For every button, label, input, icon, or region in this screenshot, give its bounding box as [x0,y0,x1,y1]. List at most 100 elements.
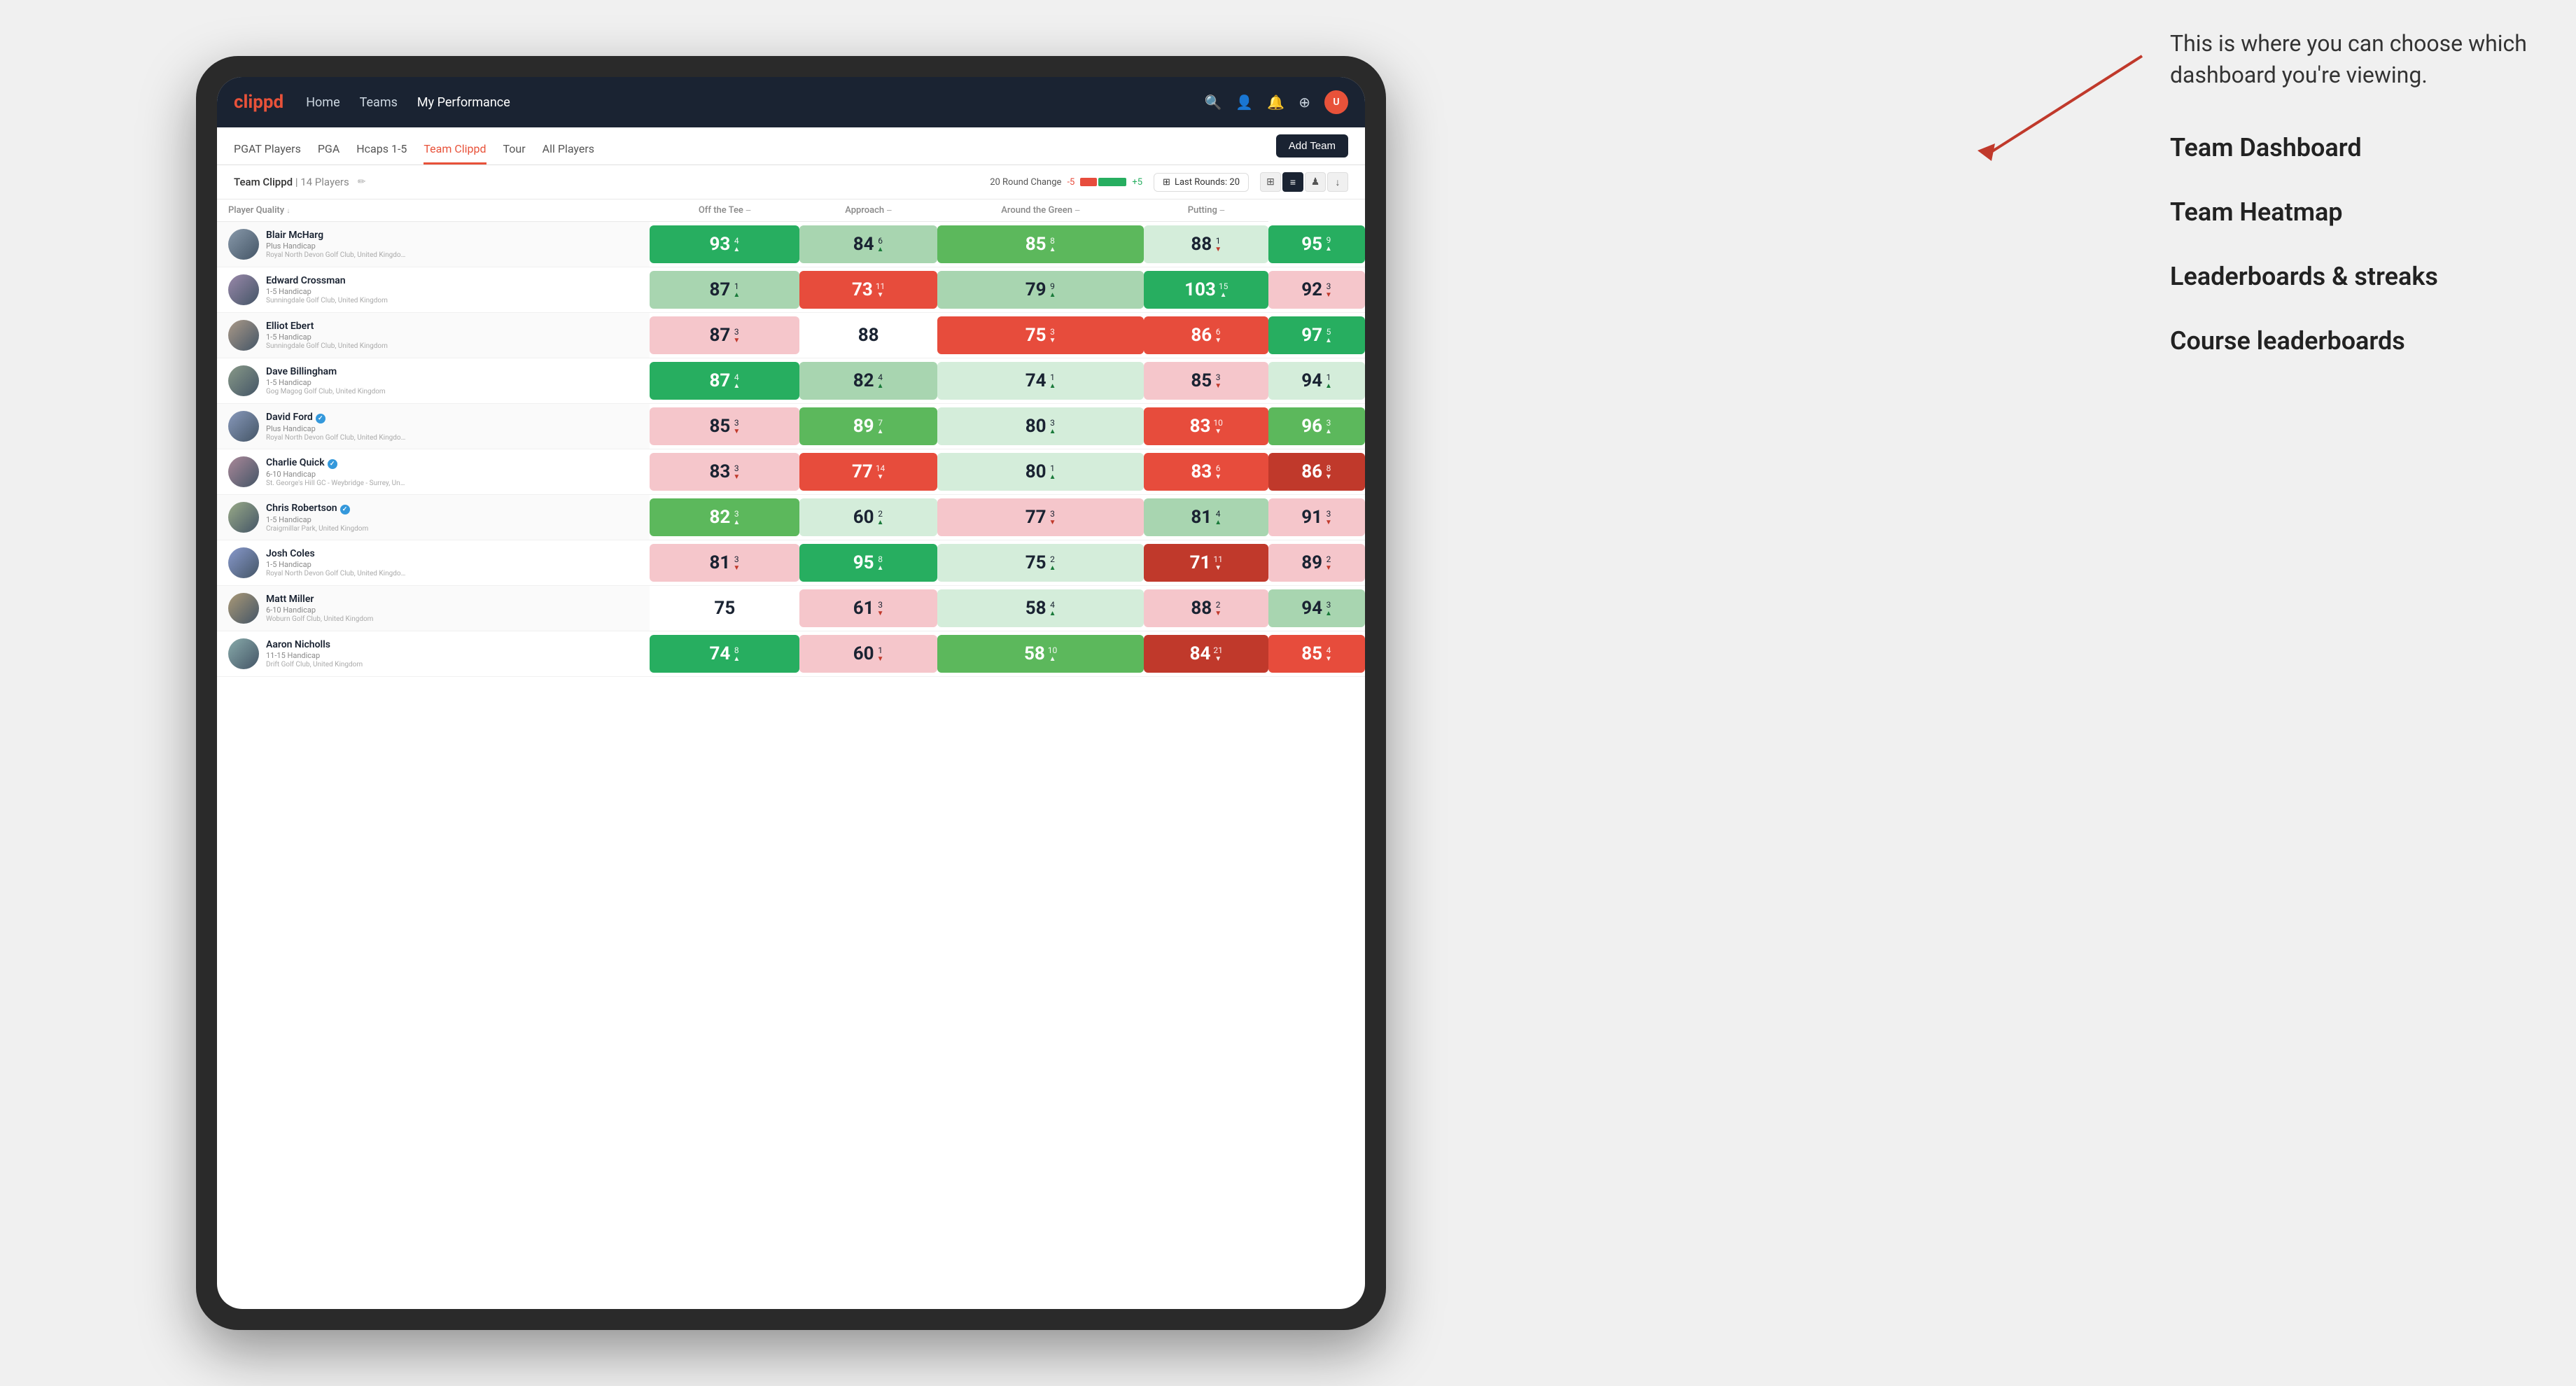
table-row[interactable]: Aaron Nicholls 11-15 Handicap Drift Golf… [217,631,1365,677]
player-handicap: Plus Handicap [266,241,406,251]
score-change: 3▼ [733,418,740,435]
player-avatar [228,229,259,260]
score-number: 71 [1190,552,1211,573]
tab-tour[interactable]: Tour [503,142,526,164]
score-cell-putting: 92 3▼ [1268,267,1365,313]
bar-red [1080,178,1097,186]
nav-link-home[interactable]: Home [306,95,340,110]
score-number: 89 [853,416,874,437]
score-change: 3▼ [1325,281,1332,299]
table-row[interactable]: Matt Miller 6-10 Handicap Woburn Golf Cl… [217,586,1365,631]
score-cell-quality: 85 3▼ [650,404,799,449]
score-number: 87 [709,325,730,346]
table-row[interactable]: Chris Robertson✓ 1-5 Handicap Craigmilla… [217,495,1365,540]
score-cell-approach: 74 1▲ [937,358,1144,404]
tablet-screen: clippd Home Teams My Performance 🔍 👤 🔔 ⊕… [217,77,1365,1309]
score-cell-around_green: 86 6▼ [1144,313,1268,358]
table-row[interactable]: David Ford✓ Plus Handicap Royal North De… [217,404,1365,449]
player-club: Sunningdale Golf Club, United Kingdom [266,297,388,304]
score-box: 71 11▼ [1144,544,1268,582]
player-avatar [228,320,259,351]
score-number: 95 [1301,234,1322,255]
table-row[interactable]: Elliot Ebert 1-5 Handicap Sunningdale Go… [217,313,1365,358]
nav-link-teams[interactable]: Teams [360,95,398,110]
score-box: 103 15▲ [1144,271,1268,309]
change-negative: -5 [1067,177,1074,188]
settings-icon[interactable]: ⊕ [1298,94,1310,111]
score-cell-putting: 94 3▲ [1268,586,1365,631]
player-cell-1: Edward Crossman 1-5 Handicap Sunningdale… [217,267,650,313]
player-cell-0: Blair McHarg Plus Handicap Royal North D… [217,222,650,267]
score-change: 9▲ [1325,235,1332,253]
tab-pga[interactable]: PGA [318,142,340,164]
player-club: Royal North Devon Golf Club, United King… [266,570,406,578]
score-change: 3▼ [733,327,740,344]
player-avatar [228,274,259,305]
score-cell-around_green: 88 1▼ [1144,222,1268,267]
score-change: 10▼ [1213,418,1223,435]
score-change: 3▲ [1325,418,1332,435]
score-change: 1▼ [877,645,884,663]
edit-icon[interactable]: ✏ [358,176,366,188]
score-change: 11▼ [1213,554,1223,572]
player-cell-4: David Ford✓ Plus Handicap Royal North De… [217,404,650,449]
score-box: 95 9▲ [1268,225,1365,263]
player-club: Sunningdale Golf Club, United Kingdom [266,342,388,350]
view-toggle-chart[interactable]: ♟ [1305,172,1326,192]
toolbar-right: 20 Round Change -5 +5 ⊞ Last Rounds: 20 … [990,172,1348,192]
nav-bar: clippd Home Teams My Performance 🔍 👤 🔔 ⊕… [217,77,1365,127]
add-team-button[interactable]: Add Team [1276,134,1348,158]
nav-link-myperformance[interactable]: My Performance [417,95,510,110]
table-row[interactable]: Dave Billingham 1-5 Handicap Gog Magog G… [217,358,1365,404]
score-box: 88 1▼ [1144,225,1268,263]
score-change: 15▲ [1219,281,1228,299]
score-box: 92 3▼ [1268,271,1365,309]
view-toggle-download[interactable]: ↓ [1327,172,1348,192]
person-icon[interactable]: 👤 [1236,94,1253,111]
player-info: David Ford✓ Plus Handicap Royal North De… [266,412,406,442]
view-toggle-grid[interactable]: ⊞ [1260,172,1281,192]
score-number: 84 [853,234,874,255]
score-cell-around_green: 71 11▼ [1144,540,1268,586]
score-change: 4▲ [1049,600,1056,617]
tab-pgat-players[interactable]: PGAT Players [234,142,301,164]
player-info: Chris Robertson✓ 1-5 Handicap Craigmilla… [266,503,368,533]
score-box: 58 10▲ [937,635,1144,673]
table-row[interactable]: Blair McHarg Plus Handicap Royal North D… [217,222,1365,267]
score-number: 85 [1301,643,1322,664]
tab-hcaps[interactable]: Hcaps 1-5 [356,142,407,164]
score-cell-putting: 85 4▼ [1268,631,1365,677]
score-box: 81 3▼ [650,544,799,582]
player-club: Drift Golf Club, United Kingdom [266,661,363,668]
col-header-player: Player Quality ↓ [217,200,650,222]
search-icon[interactable]: 🔍 [1205,94,1222,111]
tab-team-clippd[interactable]: Team Clippd [424,142,486,164]
score-cell-putting: 97 5▲ [1268,313,1365,358]
score-cell-off_tee: 60 1▼ [799,631,937,677]
player-handicap: 11-15 Handicap [266,651,363,660]
score-cell-approach: 80 3▲ [937,404,1144,449]
player-cell-7: Josh Coles 1-5 Handicap Royal North Devo… [217,540,650,586]
avatar[interactable]: U [1324,90,1348,114]
score-box: 87 1▲ [650,271,799,309]
score-number: 79 [1026,279,1046,300]
player-club: Royal North Devon Golf Club, United King… [266,251,406,259]
score-number: 74 [709,643,730,664]
player-info: Charlie Quick✓ 6-10 Handicap St. George'… [266,457,406,487]
tab-all-players[interactable]: All Players [542,142,594,164]
table-row[interactable]: Josh Coles 1-5 Handicap Royal North Devo… [217,540,1365,586]
player-name: Elliot Ebert [266,321,388,332]
score-cell-approach: 58 10▲ [937,631,1144,677]
score-number: 77 [1026,507,1046,528]
table-row[interactable]: Edward Crossman 1-5 Handicap Sunningdale… [217,267,1365,313]
score-number: 94 [1301,370,1322,391]
score-change: 3▲ [733,509,740,526]
view-toggle-list[interactable]: ≡ [1282,172,1303,192]
score-change: 10▲ [1048,645,1058,663]
score-box: 77 3▼ [937,498,1144,536]
table-row[interactable]: Charlie Quick✓ 6-10 Handicap St. George'… [217,449,1365,495]
player-cell-8: Matt Miller 6-10 Handicap Woburn Golf Cl… [217,586,650,631]
bell-icon[interactable]: 🔔 [1267,94,1284,111]
last-rounds-button[interactable]: ⊞ Last Rounds: 20 [1154,173,1249,192]
score-box: 82 3▲ [650,498,799,536]
